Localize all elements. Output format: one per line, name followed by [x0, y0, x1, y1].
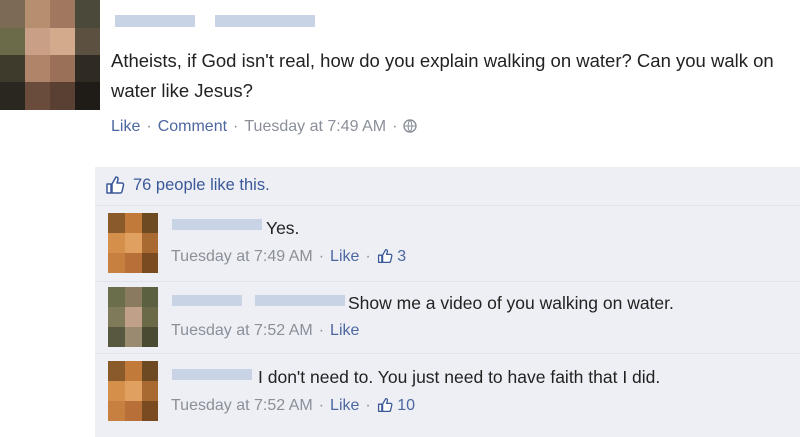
- separator: ·: [318, 248, 325, 265]
- comment-item: Show me a video of you walking on water.…: [95, 282, 800, 354]
- avatar-pixel: [142, 287, 158, 307]
- comment-like-link[interactable]: Like: [330, 322, 359, 339]
- avatar-pixel: [108, 327, 125, 347]
- avatar-pixel: [125, 381, 142, 401]
- post-message: Atheists, if God isn't real, how do you …: [111, 50, 774, 101]
- avatar-pixel: [50, 28, 75, 55]
- avatar-pixel: [125, 401, 142, 421]
- avatar-pixel: [142, 253, 158, 273]
- avatar-pixel: [75, 28, 100, 55]
- avatar-pixel: [125, 233, 142, 253]
- commenter-name-redacted[interactable]: [172, 219, 262, 230]
- commenter-avatar[interactable]: [108, 287, 158, 347]
- post-author-name-redacted[interactable]: [215, 15, 315, 27]
- post-author-name-redacted[interactable]: [115, 15, 195, 27]
- avatar-pixel: [25, 82, 50, 110]
- comment-meta: Tuesday at 7:49 AM · Like · 3: [171, 248, 406, 269]
- avatar-pixel: [142, 307, 158, 327]
- separator: ·: [392, 118, 398, 135]
- avatar-pixel: [108, 401, 125, 421]
- avatar-pixel: [108, 253, 125, 273]
- avatar-pixel: [125, 327, 142, 347]
- separator: ·: [365, 248, 371, 265]
- separator: ·: [233, 118, 239, 135]
- commenter-name-redacted[interactable]: [172, 369, 252, 380]
- avatar-pixel: [142, 213, 158, 233]
- comment-like-count[interactable]: 10: [377, 397, 415, 414]
- avatar-pixel: [108, 287, 125, 307]
- comment-timestamp[interactable]: Tuesday at 7:49 AM: [171, 248, 313, 265]
- comment-text: Yes.: [266, 218, 300, 238]
- avatar-pixel: [25, 55, 50, 82]
- comment-item: Yes. Tuesday at 7:49 AM · Like · 3: [95, 206, 800, 282]
- globe-icon: [403, 118, 418, 135]
- comment-like-link[interactable]: Like: [330, 397, 359, 414]
- avatar-pixel: [108, 381, 125, 401]
- comment-like-link[interactable]: Like: [330, 248, 359, 265]
- comment-item: I don't need to. You just need to have f…: [95, 354, 800, 434]
- avatar-pixel: [108, 361, 125, 381]
- comment-meta: Tuesday at 7:52 AM · Like: [171, 322, 359, 340]
- commenter-avatar[interactable]: [108, 213, 158, 273]
- avatar-pixel: [125, 253, 142, 273]
- avatar-pixel: [142, 401, 158, 421]
- comment-text: I don't need to. You just need to have f…: [258, 367, 661, 387]
- avatar-pixel: [125, 287, 142, 307]
- like-count-value: 10: [397, 397, 415, 414]
- avatar-pixel: [142, 361, 158, 381]
- separator: ·: [318, 397, 325, 414]
- avatar-pixel: [75, 82, 100, 110]
- post-actions: Like · Comment · Tuesday at 7:49 AM ·: [111, 118, 418, 136]
- avatar-pixel: [108, 233, 125, 253]
- avatar-pixel: [0, 55, 25, 82]
- thumbs-up-icon: [105, 175, 125, 200]
- avatar-pixel: [75, 0, 100, 28]
- comment-timestamp[interactable]: Tuesday at 7:52 AM: [171, 322, 313, 339]
- comment-text: Show me a video of you walking on water.: [348, 293, 674, 313]
- avatar-pixel: [50, 0, 75, 28]
- comment-timestamp[interactable]: Tuesday at 7:52 AM: [171, 397, 313, 414]
- avatar-pixel: [0, 28, 25, 55]
- like-count-value: 3: [397, 248, 407, 265]
- commenter-name-redacted[interactable]: [172, 295, 242, 306]
- post-like-link[interactable]: Like: [111, 118, 140, 135]
- post-author-avatar[interactable]: [0, 0, 100, 110]
- commenter-name-redacted[interactable]: [255, 295, 345, 306]
- avatar-pixel: [142, 381, 158, 401]
- avatar-pixel: [108, 307, 125, 327]
- commenter-avatar[interactable]: [108, 361, 158, 421]
- separator: ·: [365, 397, 371, 414]
- avatar-pixel: [108, 213, 125, 233]
- avatar-pixel: [50, 55, 75, 82]
- avatar-pixel: [142, 233, 158, 253]
- comment-like-count[interactable]: 3: [377, 248, 406, 265]
- avatar-pixel: [125, 213, 142, 233]
- comment-meta: Tuesday at 7:52 AM · Like · 10: [171, 397, 415, 418]
- likes-count-link[interactable]: 76 people like this.: [133, 176, 270, 195]
- avatar-pixel: [25, 0, 50, 28]
- avatar-pixel: [25, 28, 50, 55]
- avatar-pixel: [142, 327, 158, 347]
- thumbs-up-icon: [377, 248, 393, 269]
- likes-summary: 76 people like this.: [95, 167, 800, 206]
- separator: ·: [318, 322, 325, 339]
- post-comment-link[interactable]: Comment: [158, 118, 227, 135]
- avatar-pixel: [50, 82, 75, 110]
- post-timestamp[interactable]: Tuesday at 7:49 AM: [244, 118, 386, 135]
- separator: ·: [146, 118, 152, 135]
- avatar-pixel: [75, 55, 100, 82]
- avatar-pixel: [125, 307, 142, 327]
- thumbs-up-icon: [377, 397, 393, 418]
- avatar-pixel: [125, 361, 142, 381]
- avatar-pixel: [0, 82, 25, 110]
- avatar-pixel: [0, 0, 25, 28]
